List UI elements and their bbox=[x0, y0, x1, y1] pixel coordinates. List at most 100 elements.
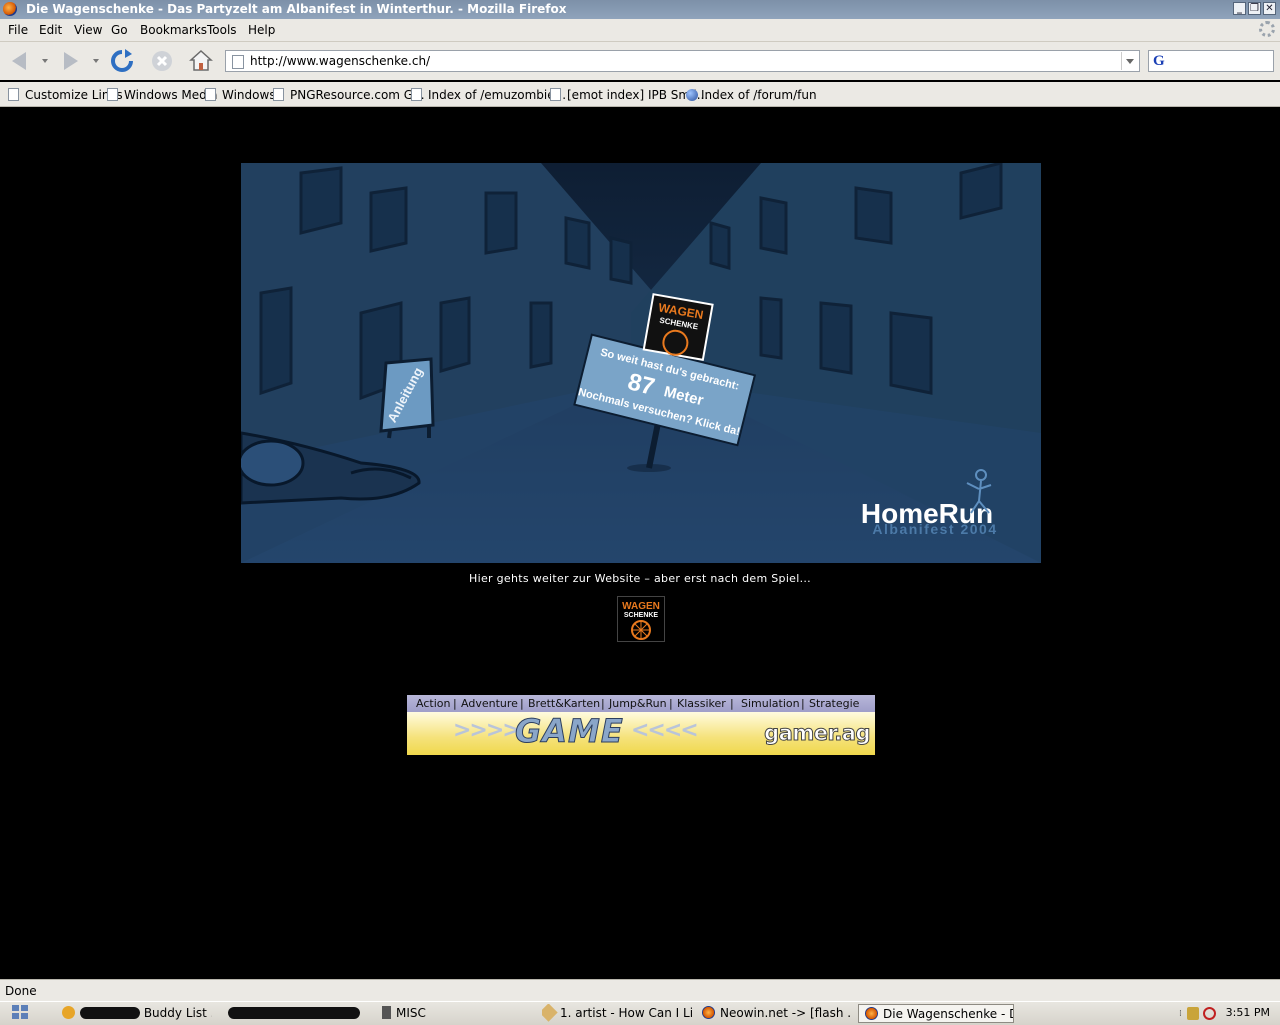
buddy-icon bbox=[62, 1006, 75, 1019]
windows-taskbar: Buddy List ... MISC 1. artist - How Can … bbox=[0, 1001, 1280, 1025]
banner-arrows-left: >>>> bbox=[453, 718, 521, 743]
page-icon bbox=[550, 88, 561, 101]
back-button[interactable] bbox=[8, 49, 32, 73]
status-bar: Done bbox=[0, 979, 1280, 1001]
bookmark-item[interactable]: [emot index] IPB Smil... bbox=[550, 88, 708, 102]
svg-text:WAGEN: WAGEN bbox=[622, 601, 660, 612]
search-box[interactable]: G bbox=[1148, 50, 1274, 72]
category-klassiker[interactable]: Klassiker bbox=[677, 695, 726, 712]
bookmark-item[interactable]: Windows bbox=[205, 88, 276, 102]
menu-help[interactable]: Help bbox=[248, 23, 275, 37]
menu-tools[interactable]: Tools bbox=[207, 23, 237, 37]
gamer-ag-banner[interactable]: Action | Adventure | Brett&Karten | Jump… bbox=[407, 695, 875, 755]
banner-arrows-right: <<<< bbox=[631, 718, 699, 743]
bookmark-label: PNGResource.com G... bbox=[290, 88, 425, 102]
wagenschenke-logo: WAGEN SCHENKE bbox=[642, 293, 714, 361]
bookmark-label: Index of /emuzombie... bbox=[428, 88, 567, 102]
url-history-dropdown[interactable] bbox=[1121, 52, 1138, 70]
category-strategie[interactable]: Strategie bbox=[809, 695, 859, 712]
page-icon bbox=[107, 88, 118, 101]
reload-button[interactable] bbox=[110, 49, 134, 73]
forward-button[interactable] bbox=[58, 49, 82, 73]
game-scene: Anleitung So weit hast du's gebracht: 87… bbox=[241, 163, 1041, 563]
banner-categories: Action | Adventure | Brett&Karten | Jump… bbox=[407, 695, 875, 712]
redacted-scribble bbox=[80, 1007, 140, 1019]
category-simulation[interactable]: Simulation bbox=[741, 695, 800, 712]
redacted-scribble bbox=[228, 1007, 360, 1019]
taskbar-item-neowin[interactable]: Neowin.net -> [flash ... bbox=[702, 1004, 852, 1023]
menu-go[interactable]: Go bbox=[111, 23, 128, 37]
task-label: Neowin.net -> [flash ... bbox=[720, 1006, 852, 1020]
music-player-icon bbox=[542, 1004, 558, 1022]
page-icon bbox=[232, 55, 244, 69]
firefox-icon bbox=[3, 2, 17, 16]
taskbar-item-misc[interactable]: MISC bbox=[382, 1004, 532, 1023]
continue-to-website-caption[interactable]: Hier gehts weiter zur Website – aber ers… bbox=[0, 572, 1280, 585]
start-button[interactable] bbox=[12, 1005, 30, 1021]
taskbar-item-buddy-list[interactable]: Buddy List ... bbox=[62, 1004, 212, 1023]
separator: | bbox=[520, 697, 524, 710]
taskbar-item-wagenschenke[interactable]: Die Wagenschenke - D... bbox=[858, 1004, 1014, 1023]
menu-bar: File Edit View Go Bookmarks Tools Help bbox=[0, 19, 1280, 42]
menu-file[interactable]: File bbox=[8, 23, 28, 37]
tray-chevron-icon[interactable]: ⁞ bbox=[1179, 1009, 1182, 1019]
bookmark-item[interactable]: PNGResource.com G... bbox=[273, 88, 425, 102]
minimize-button[interactable]: _ bbox=[1233, 2, 1246, 15]
task-label: Die Wagenschenke - D... bbox=[883, 1007, 1013, 1021]
separator: | bbox=[801, 697, 805, 710]
page-icon bbox=[8, 88, 19, 101]
menu-bookmarks[interactable]: Bookmarks bbox=[140, 23, 207, 37]
category-brett-karten[interactable]: Brett&Karten bbox=[528, 695, 600, 712]
clock[interactable]: 3:51 PM bbox=[1226, 1006, 1270, 1019]
stop-icon bbox=[152, 51, 172, 71]
svg-text:SCHENKE: SCHENKE bbox=[624, 612, 659, 619]
back-history-dropdown-icon[interactable] bbox=[42, 59, 48, 63]
wagenschenke-logo-icon: WAGEN SCHENKE bbox=[622, 601, 660, 640]
instructions-sign[interactable]: Anleitung bbox=[379, 357, 435, 439]
page-icon bbox=[273, 88, 284, 101]
category-jump-run[interactable]: Jump&Run bbox=[609, 695, 667, 712]
menu-edit[interactable]: Edit bbox=[39, 23, 62, 37]
url-text[interactable]: http://www.wagenschenke.ch/ bbox=[250, 54, 430, 68]
google-search-engine-icon[interactable]: G bbox=[1153, 53, 1165, 70]
bookmark-item[interactable]: Index of /forum/fun bbox=[686, 88, 817, 102]
banner-brand: gamer.ag bbox=[764, 721, 871, 746]
forward-history-dropdown-icon[interactable] bbox=[93, 59, 99, 63]
home-button[interactable] bbox=[189, 49, 213, 73]
page-content: Anleitung So weit hast du's gebracht: 87… bbox=[0, 107, 1280, 978]
game-subtitle: Albanifest 2004 bbox=[872, 521, 997, 537]
navigation-toolbar: http://www.wagenschenke.ch/ G bbox=[0, 42, 1280, 80]
taskbar-item-artist[interactable]: 1. artist - How Can I Li... bbox=[542, 1004, 692, 1023]
bookmark-item[interactable]: Index of /emuzombie... bbox=[411, 88, 566, 102]
page-icon bbox=[205, 88, 216, 101]
tray-network-icon[interactable] bbox=[1187, 1007, 1199, 1020]
back-arrow-icon bbox=[12, 52, 26, 70]
separator: | bbox=[669, 697, 673, 710]
close-button[interactable]: ✕ bbox=[1263, 2, 1276, 15]
forward-arrow-icon bbox=[64, 52, 78, 70]
maximize-button[interactable]: ❐ bbox=[1248, 2, 1261, 15]
url-bar[interactable]: http://www.wagenschenke.ch/ bbox=[225, 50, 1140, 72]
menu-view[interactable]: View bbox=[74, 23, 102, 37]
status-text: Done bbox=[5, 984, 37, 998]
window-controls: _ ❐ ✕ bbox=[1233, 2, 1276, 15]
task-label: MISC bbox=[396, 1006, 426, 1020]
taskbar-item-redacted[interactable] bbox=[222, 1004, 372, 1023]
bookmark-item[interactable]: Windows Media bbox=[107, 88, 217, 102]
category-adventure[interactable]: Adventure bbox=[461, 695, 518, 712]
home-icon bbox=[189, 49, 213, 71]
bookmark-item[interactable]: Customize Links bbox=[8, 88, 123, 102]
separator: | bbox=[601, 697, 605, 710]
bookmark-label: Windows bbox=[222, 88, 276, 102]
wagenschenke-small-logo[interactable]: WAGEN SCHENKE bbox=[617, 596, 665, 642]
stop-button[interactable] bbox=[150, 49, 174, 73]
category-action[interactable]: Action bbox=[416, 695, 450, 712]
task-label: 1. artist - How Can I Li... bbox=[560, 1006, 692, 1020]
page-icon bbox=[411, 88, 422, 101]
flash-game[interactable]: Anleitung So weit hast du's gebracht: 87… bbox=[241, 163, 1041, 563]
separator: | bbox=[730, 697, 734, 710]
task-label: Buddy List ... bbox=[143, 1006, 212, 1020]
tray-blocked-icon[interactable] bbox=[1203, 1007, 1216, 1020]
globe-icon bbox=[686, 89, 698, 101]
system-tray: ⁞ 3:51 PM bbox=[1175, 1004, 1280, 1023]
